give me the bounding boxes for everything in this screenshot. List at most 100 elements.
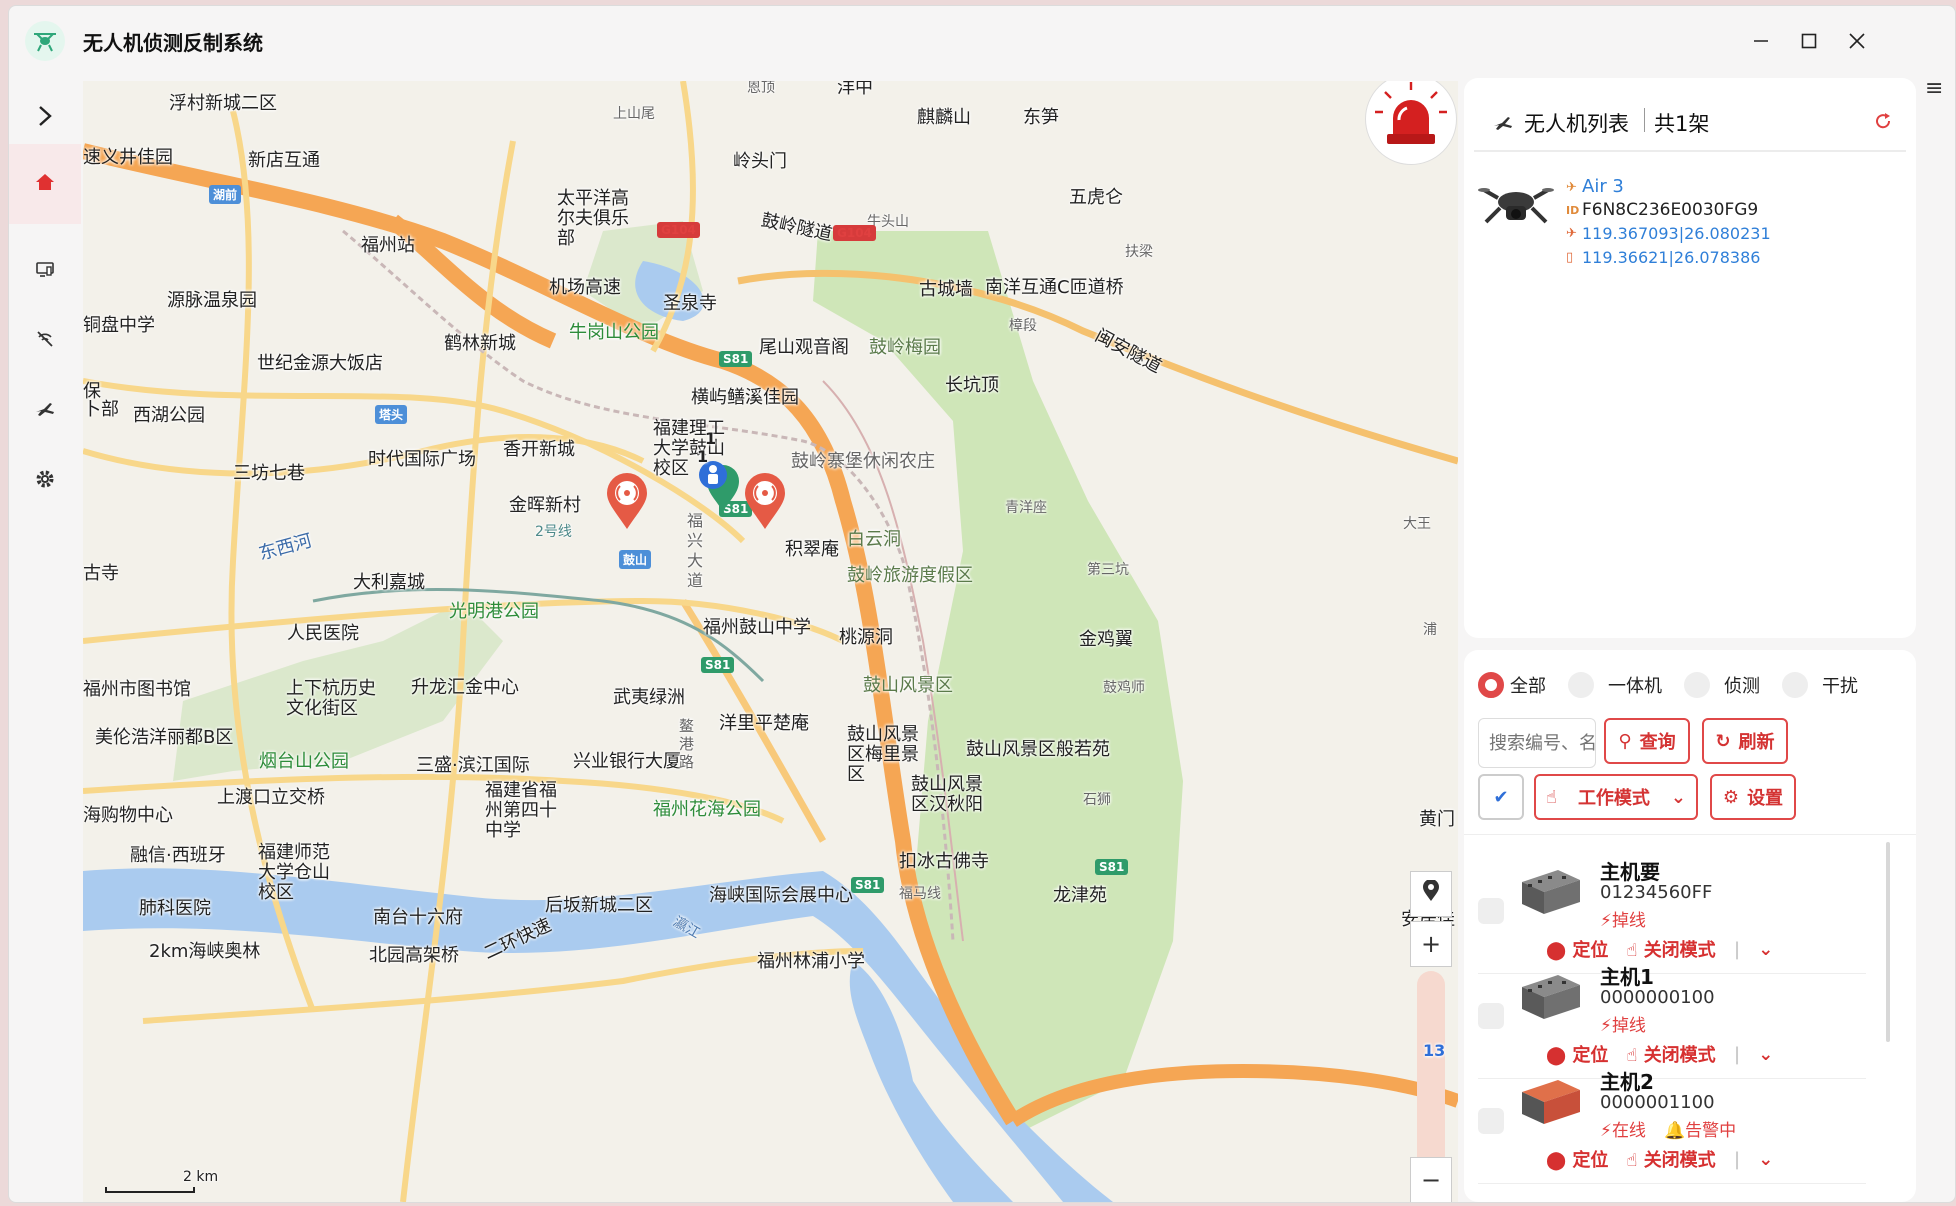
map-label: 龙津苑 — [1053, 885, 1107, 906]
map-label: 融信·西班牙 — [130, 845, 226, 866]
zoom-in-button[interactable]: + — [1410, 921, 1452, 967]
map-label: 上渡口立交桥 — [217, 787, 325, 808]
map-label: 圣泉寺 — [663, 293, 717, 314]
map-label: 扶梁 — [1125, 244, 1153, 260]
minimize-button[interactable] — [1744, 24, 1778, 58]
device-status: ⚡在线 — [1600, 1121, 1646, 1141]
maximize-button[interactable] — [1792, 24, 1826, 58]
map-label: 鼓岭梅园 — [869, 337, 941, 358]
map-view[interactable]: 浮村新城二区 速义井佳园 新店互通 福州站 源脉温泉园 铜盘中学 世纪金源大饭店… — [83, 81, 1458, 1202]
filter-detect-label: 侦测 — [1724, 676, 1760, 697]
gear-icon — [35, 469, 55, 493]
drone-coordinate[interactable]: 119.367093|26.080231 — [1582, 224, 1771, 243]
device-name: 主机要 — [1600, 860, 1660, 884]
filter-jam-radio[interactable] — [1782, 672, 1808, 698]
operator-coordinate[interactable]: 119.36621|26.078386 — [1582, 248, 1760, 267]
location-pin-icon: ⬤ — [1546, 1150, 1567, 1171]
map-label: 鹤林新城 — [444, 333, 516, 354]
siren-icon: 🔔 — [1663, 1121, 1686, 1141]
filter-detect-radio[interactable] — [1684, 672, 1710, 698]
gear-icon: ⚙ — [1722, 786, 1740, 808]
zoom-out-button[interactable]: − — [1410, 1157, 1452, 1202]
close-mode-button[interactable]: ☝ 关闭模式 — [1626, 1146, 1715, 1172]
sidebar-item-drones[interactable] — [9, 371, 81, 451]
map-label: 西湖公园 — [133, 405, 205, 426]
search-icon: ⚲ — [1618, 730, 1632, 752]
sidebar-item-countermeasure[interactable] — [9, 301, 81, 381]
drone-model[interactable]: Air 3 — [1582, 176, 1624, 197]
device-list-scrollbar[interactable] — [1886, 842, 1890, 1042]
refresh-icon[interactable] — [1874, 112, 1892, 134]
drone-model-icon: ✈ — [1566, 180, 1577, 195]
close-button[interactable] — [1840, 24, 1874, 58]
map-label: 兴业银行大厦 — [573, 751, 681, 772]
check-icon: ✔ — [1493, 786, 1509, 808]
signal-tower-marker[interactable] — [603, 471, 651, 535]
map-label: 香开新城 — [503, 439, 575, 460]
map-label: 金晖新村 — [509, 495, 581, 516]
cluster-count: 1 — [705, 429, 717, 448]
map-label: 肺科医院 — [139, 898, 211, 919]
device-list-item[interactable]: 主机2 0000001100 ⚡在线 🔔告警中 ⬤ 定位 ☝ 关闭模式 | ⌄ — [1478, 1056, 1866, 1184]
device-status: ⚡掉线 — [1600, 911, 1646, 931]
map-label: 浦 — [1423, 622, 1437, 638]
sidebar-item-home[interactable] — [9, 144, 81, 224]
area-badge: 鼓山 — [619, 550, 652, 569]
map-label: 北园高架桥 — [369, 945, 459, 966]
search-input[interactable] — [1478, 718, 1596, 768]
map-label: 南台十六府 — [373, 907, 463, 928]
settings-button[interactable]: ⚙ 设置 — [1710, 774, 1796, 820]
map-label: 光明港公园 — [449, 601, 539, 622]
refresh-button[interactable]: ↻ 刷新 — [1702, 718, 1788, 764]
drone-list-card: 无人机列表 共1架 ✈ Air 3 ID F6N8C236E0030FG9 ✈ … — [1464, 78, 1916, 638]
device-image — [1518, 967, 1584, 1027]
work-mode-dropdown[interactable]: ☝ 工作模式 ⌄ — [1534, 774, 1698, 820]
map-label: 鼓鸡师 — [1103, 680, 1145, 696]
map-label: 福州市图书馆 — [83, 679, 191, 700]
locate-button[interactable]: ⬤ 定位 — [1546, 1146, 1608, 1172]
map-label: 古城墙 — [919, 279, 973, 300]
map-locate-button[interactable] — [1410, 871, 1452, 917]
menu-icon[interactable]: ≡ — [1925, 76, 1943, 101]
cluster-count: 1 — [697, 447, 709, 466]
map-label: 三盛·滨江国际 — [416, 755, 530, 776]
signal-tower-marker[interactable] — [741, 471, 789, 535]
map-label: 上下杭历史文化街区 — [286, 678, 376, 719]
query-label: 查询 — [1639, 732, 1676, 753]
device-checkbox[interactable] — [1478, 898, 1504, 924]
map-label: 五虎仑 — [1069, 187, 1123, 208]
map-label: 牛岗山公园 — [569, 322, 659, 343]
filter-integrated-radio[interactable] — [1568, 672, 1594, 698]
query-button[interactable]: ⚲ 查询 — [1604, 718, 1690, 764]
device-checkbox[interactable] — [1478, 1108, 1504, 1134]
map-label: 大利嘉城 — [353, 572, 425, 593]
map-label: 白云洞 — [847, 529, 901, 550]
map-label: 美伦浩洋丽都B区 — [95, 727, 234, 748]
map-label: 烟台山公园 — [259, 751, 349, 772]
select-all-checkbox[interactable]: ✔ — [1478, 774, 1524, 820]
map-label: 2km海峡奥林 — [149, 941, 261, 962]
map-label: 青洋座 — [1005, 500, 1047, 516]
map-label: 尾山观音阁 — [759, 337, 849, 358]
sidebar-item-devices[interactable] — [9, 231, 81, 311]
map-label: 南洋互通C匝道桥 — [985, 277, 1124, 298]
area-badge: 塔头 — [375, 405, 408, 424]
chevron-down-icon[interactable]: ⌄ — [1758, 1149, 1773, 1170]
operator-marker[interactable] — [695, 457, 745, 517]
filter-all-radio[interactable] — [1478, 672, 1504, 698]
map-label: 横屿鳝溪佳园 — [691, 387, 799, 408]
map-label: 鼓岭旅游度假区 — [847, 565, 973, 586]
sidebar-item-settings[interactable] — [9, 441, 81, 521]
map-label: 东笋 — [1023, 107, 1059, 128]
mode-icon: ☝ — [1546, 786, 1557, 808]
device-serial: 0000000100 — [1600, 987, 1715, 1008]
settings-label: 设置 — [1747, 788, 1784, 809]
road-shield: G104 — [657, 222, 700, 238]
device-serial: 01234560FF — [1600, 882, 1713, 903]
map-label: 鼓山风景区般若苑 — [966, 739, 1110, 760]
right-panel: 无人机列表 共1架 ✈ Air 3 ID F6N8C236E0030FG9 ✈ … — [1464, 78, 1916, 1202]
alarm-siren-button[interactable] — [1365, 81, 1457, 165]
map-label: 福兴大道 — [687, 511, 704, 590]
device-checkbox[interactable] — [1478, 1003, 1504, 1029]
device-serial: 0000001100 — [1600, 1092, 1715, 1113]
